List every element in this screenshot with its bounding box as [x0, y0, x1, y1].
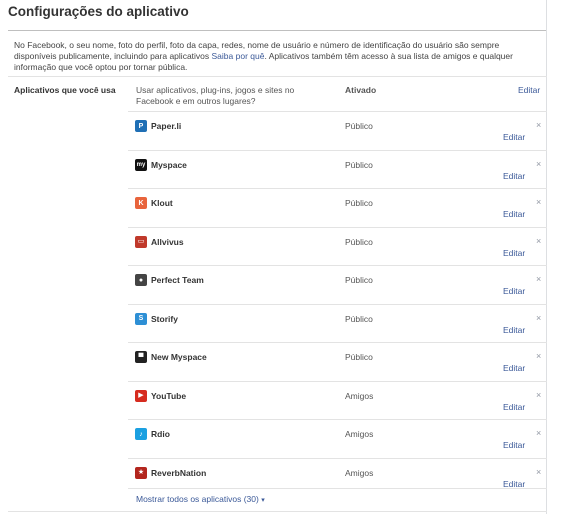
close-icon[interactable]: ×	[536, 159, 541, 169]
new-myspace-icon: ▀	[135, 351, 147, 363]
close-icon[interactable]: ×	[536, 236, 541, 246]
app-edit-link[interactable]: Editar	[503, 479, 525, 489]
app-row: ★ ReverbNation Amigos Editar ×	[128, 457, 547, 497]
app-edit-link[interactable]: Editar	[503, 171, 525, 181]
close-icon[interactable]: ×	[536, 197, 541, 207]
close-icon[interactable]: ×	[536, 274, 541, 284]
app-name[interactable]: YouTube	[151, 391, 186, 401]
app-edit-link[interactable]: Editar	[503, 209, 525, 219]
allvivus-icon: ▭	[135, 235, 147, 248]
close-icon[interactable]: ×	[536, 351, 541, 361]
app-edit-link[interactable]: Editar	[503, 286, 525, 296]
app-edit-link[interactable]: Editar	[503, 363, 525, 373]
show-all-label: Mostrar todos os aplicativos (30)	[136, 494, 259, 504]
app-edit-link[interactable]: Editar	[503, 132, 525, 142]
app-audience: Público	[345, 159, 373, 170]
app-audience: Público	[345, 236, 373, 247]
app-row: S Storify Público Editar ×	[128, 303, 547, 343]
app-name[interactable]: Rdio	[151, 429, 170, 439]
app-row: my Myspace Público Editar ×	[128, 149, 547, 189]
app-audience: Amigos	[345, 390, 374, 401]
myspace-icon: my	[135, 158, 147, 171]
youtube-icon: ▶	[135, 389, 147, 402]
soccer-ball-icon: ●	[135, 274, 147, 286]
close-icon[interactable]: ×	[536, 313, 541, 323]
page-title: Configurações do aplicativo	[8, 4, 189, 19]
app-edit-link[interactable]: Editar	[503, 325, 525, 335]
app-row: ♪ Rdio Amigos Editar ×	[128, 419, 547, 458]
klout-icon: K	[135, 197, 147, 209]
app-audience: Amigos	[345, 429, 374, 439]
app-edit-link[interactable]: Editar	[503, 402, 525, 412]
title-divider	[8, 30, 547, 31]
app-row: ▀ New Myspace Público Editar ×	[128, 342, 547, 381]
rdio-icon: ♪	[135, 428, 147, 440]
show-all-apps-link[interactable]: Mostrar todos os aplicativos (30) ▾	[136, 494, 265, 504]
app-row: ● Perfect Team Público Editar ×	[128, 265, 547, 304]
app-name[interactable]: Allvivus	[151, 237, 184, 247]
section-label: Aplicativos que você usa	[14, 85, 116, 95]
app-name[interactable]: Storify	[151, 314, 178, 324]
paperli-icon: P	[135, 120, 147, 132]
app-name[interactable]: Perfect Team	[151, 275, 204, 285]
close-icon[interactable]: ×	[536, 428, 541, 438]
reverbnation-icon: ★	[135, 466, 147, 479]
storify-icon: S	[135, 312, 147, 325]
close-icon[interactable]: ×	[536, 120, 541, 130]
app-name[interactable]: Paper.li	[151, 121, 181, 131]
app-name[interactable]: Klout	[151, 198, 173, 208]
app-edit-link[interactable]: Editar	[503, 248, 525, 258]
platform-edit-link[interactable]: Editar	[518, 85, 540, 95]
app-list: P Paper.li Público Editar × my Myspace Público E…	[0, 111, 567, 496]
bottom-divider	[8, 511, 547, 512]
intro-text: No Facebook, o seu nome, foto do perfil,…	[14, 40, 524, 73]
app-audience: Público	[345, 275, 373, 285]
app-row: K Klout Público Editar ×	[128, 188, 547, 227]
app-row: ▶ YouTube Amigos Editar ×	[128, 380, 547, 420]
app-row: P Paper.li Público Editar ×	[128, 111, 547, 150]
app-edit-link[interactable]: Editar	[503, 440, 525, 450]
app-audience: Amigos	[345, 467, 374, 478]
intro-divider	[8, 76, 547, 77]
show-all-divider	[128, 488, 547, 489]
app-audience: Público	[345, 121, 373, 131]
close-icon[interactable]: ×	[536, 390, 541, 400]
app-audience: Público	[345, 352, 373, 362]
app-name[interactable]: ReverbNation	[151, 468, 206, 478]
app-audience: Público	[345, 198, 373, 208]
learn-why-link[interactable]: Saiba por quê	[212, 51, 265, 61]
close-icon[interactable]: ×	[536, 467, 541, 477]
platform-status: Ativado	[345, 85, 377, 95]
app-name[interactable]: Myspace	[151, 160, 187, 170]
platform-description: Usar aplicativos, plug-ins, jogos e site…	[136, 85, 295, 106]
app-audience: Público	[345, 313, 373, 324]
app-row: ▭ Allvivus Público Editar ×	[128, 226, 547, 266]
chevron-down-icon: ▾	[261, 497, 265, 504]
app-name[interactable]: New Myspace	[151, 352, 207, 362]
